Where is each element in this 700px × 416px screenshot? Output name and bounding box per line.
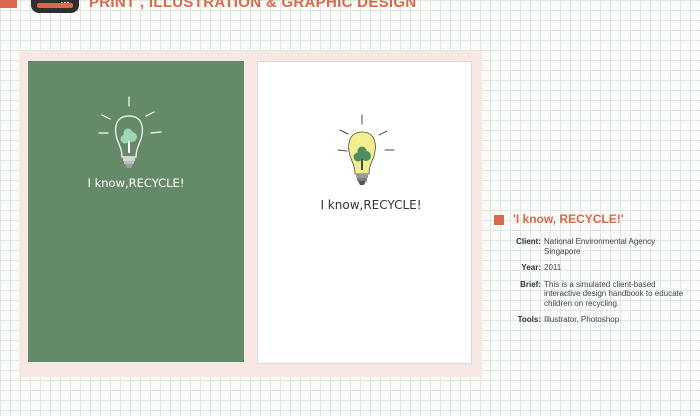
detail-row-brief: Brief: This is a simulated client-based … bbox=[503, 280, 693, 316]
detail-label-year: Year: bbox=[521, 263, 541, 272]
detail-row-client: Client: National Environmental Agency Si… bbox=[503, 237, 693, 263]
detail-label-client: Client: bbox=[516, 237, 541, 246]
device-screen-bar bbox=[37, 3, 73, 8]
page-title: PRINT , ILLUSTRATION & GRAPHIC DESIGN bbox=[89, 0, 417, 11]
detail-row-year: Year: 2011 bbox=[503, 263, 693, 280]
lightbulb-tree-icon: I know,RECYCLE! bbox=[320, 114, 422, 212]
artwork-slogan-white: I know,RECYCLE! bbox=[320, 198, 421, 212]
detail-value-brief: This is a simulated client-based interac… bbox=[544, 279, 684, 308]
lightbulb-tree-icon: I know,RECYCLE! bbox=[88, 96, 185, 190]
detail-label-brief: Brief: bbox=[520, 279, 541, 289]
artwork-card-green[interactable]: I know,RECYCLE! bbox=[28, 61, 244, 362]
laptop-icon: ••• bbox=[31, 0, 79, 13]
project-title: 'I know, RECYCLE!' bbox=[513, 212, 624, 226]
project-details: Client: National Environmental Agency Si… bbox=[503, 237, 693, 332]
corner-accent-square bbox=[0, 0, 17, 8]
detail-value-client: National Environmental Agency Singapore bbox=[544, 237, 656, 256]
artwork-card-white[interactable]: I know,RECYCLE! bbox=[257, 61, 472, 364]
artwork-panel: I know,RECYCLE! I know,RECYCLE! bbox=[19, 51, 482, 377]
detail-value-tools: Illustrator, Photoshop bbox=[544, 315, 620, 324]
detail-label-tools: Tools: bbox=[517, 315, 541, 324]
artwork-slogan-green: I know,RECYCLE! bbox=[88, 176, 185, 190]
detail-value-year: 2011 bbox=[544, 263, 562, 272]
detail-row-tools: Tools: Illustrator, Photoshop bbox=[503, 315, 693, 332]
project-title-bullet bbox=[494, 215, 504, 225]
